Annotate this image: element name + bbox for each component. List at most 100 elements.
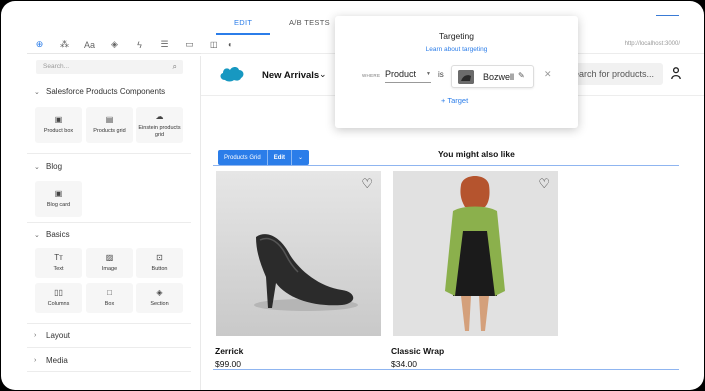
panel-toolbar: ⊕ ⁂ Aa ◈ ϟ ☰ ▭ [27,36,202,54]
tab-edit[interactable]: EDIT [234,18,252,27]
block-edit-button[interactable]: Edit [266,150,291,165]
nav-category[interactable]: New Arrivals [262,70,319,81]
learn-targeting-link[interactable]: Learn about targeting [335,46,578,53]
block-type-label[interactable]: Products Grid [218,150,267,165]
salesforce-logo [220,67,244,82]
tile-label: Blog card [46,202,71,209]
button-icon: ⊡ [156,253,163,263]
product-name[interactable]: Classic Wrap [391,346,444,356]
component-image[interactable]: ▨ Image [86,248,133,278]
search-placeholder: Search... [43,63,70,70]
where-label: WHERE [362,73,381,78]
component-product-box[interactable]: ▣ Product box [35,107,82,143]
targeting-popover: Targeting Learn about targeting WHERE Pr… [335,16,578,128]
product-price: $34.00 [391,359,417,369]
tile-label: Columns [47,301,70,308]
chevron-right-icon: › [34,357,37,364]
favorite-heart-icon[interactable]: ♡ [538,176,550,192]
active-tab-indicator [216,33,270,35]
plus-icon[interactable]: ⊕ [27,36,52,54]
puzzle-icon[interactable]: ⁂ [52,36,77,54]
tile-label: Box [104,301,115,308]
add-target-button[interactable]: + Target [441,96,468,105]
top-right-indicator [656,15,679,16]
bolt-icon[interactable]: ϟ [127,36,152,54]
tile-label: Product box [43,128,74,135]
preview-url: http://localhost:3000/ [624,41,680,47]
section-divider [27,347,191,348]
product-image[interactable]: ♡ [216,171,381,336]
operator-label: is [438,70,444,79]
panel-divider [200,56,201,390]
tile-label: Button [151,266,168,273]
shoe-image [216,171,381,336]
target-value-chip[interactable]: Bozwell ✎ [451,65,534,88]
tile-label: Section [150,301,169,308]
section-title: Salesforce Products Components [46,87,166,96]
layout-icon[interactable]: ◫ [210,40,218,49]
grid-icon: ▤ [105,115,114,125]
layers-icon[interactable]: ◈ [102,36,127,54]
section-layout[interactable]: › Layout [34,331,70,340]
pencil-icon[interactable]: ✎ [518,71,525,80]
columns-icon: ▯▯ [54,288,63,298]
component-products-grid[interactable]: ▤ Products grid [86,107,133,143]
tile-label: Text [53,266,64,273]
component-columns[interactable]: ▯▯ Columns [35,283,82,313]
section-title: Media [46,356,68,365]
caret-down-icon: ▼ [426,71,431,77]
chevron-down-icon: ⌄ [34,88,40,96]
app-window: EDIT A/B TESTS ⊕ ⁂ Aa ◈ ϟ ☰ ▭ Search... … [1,1,704,390]
component-box[interactable]: □ Box [86,283,133,313]
target-field-value: Product [385,69,417,79]
selection-outline-top [213,165,679,166]
section-divider [27,153,191,154]
section-media[interactable]: › Media [34,356,68,365]
component-einstein-products-grid[interactable]: ☁ Einstein products grid [136,107,183,143]
component-section[interactable]: ◈ Section [136,283,183,313]
close-icon[interactable]: ✕ [544,69,552,80]
component-blog-card[interactable]: ▣ Blog card [35,181,82,217]
product-name[interactable]: Zerrick [215,346,243,356]
dark-mode-icon[interactable]: ◐ [228,40,233,49]
chevron-down-icon[interactable]: ⌄ [319,69,327,80]
einstein-icon: ☁ [155,111,164,121]
chevron-right-icon: › [34,332,37,339]
section-salesforce-products[interactable]: ⌄ Salesforce Products Components [34,87,165,96]
section-divider [27,323,191,324]
search-icon: ⌕ [172,62,177,71]
section-divider [27,371,191,372]
target-value-label: Bozwell [483,72,515,82]
text-style-icon[interactable]: Aa [77,36,102,54]
chevron-down-icon[interactable]: ⌄ [291,150,309,165]
block-toolbar: Products Grid Edit ⌄ [218,150,310,165]
tile-label: Einstein products grid [138,124,181,138]
tab-ab-tests[interactable]: A/B TESTS [289,18,330,27]
component-text[interactable]: Tт Text [35,248,82,278]
section-blog[interactable]: ⌄ Blog [34,162,62,171]
comment-icon[interactable]: ▭ [177,36,202,54]
section-icon: ◈ [156,288,163,298]
section-basics[interactable]: ⌄ Basics [34,230,70,239]
section-title: Blog [46,162,63,171]
box-icon: ▣ [54,115,63,125]
store-search-placeholder: Search for products... [568,69,655,79]
component-button[interactable]: ⊡ Button [136,248,183,278]
card-icon: ▣ [54,189,63,199]
component-search-input[interactable]: Search... ⌕ [36,60,183,74]
bag-thumb [458,70,474,84]
image-icon: ▨ [105,253,114,263]
selection-outline-bottom [213,369,679,370]
user-icon[interactable] [671,67,681,79]
product-image[interactable]: ♡ [393,171,558,336]
database-icon[interactable]: ☰ [152,36,177,54]
section-heading: You might also like [438,149,515,159]
tile-label: Image [101,266,118,273]
text-icon: Tт [54,253,63,263]
favorite-heart-icon[interactable]: ♡ [361,176,373,192]
section-title: Basics [46,230,70,239]
components-panel: ⊕ ⁂ Aa ◈ ϟ ☰ ▭ Search... ⌕ ⌄ Salesforce … [27,36,202,386]
target-field-select[interactable]: Product ▼ [385,69,431,83]
section-title: Layout [46,331,71,340]
product-price: $99.00 [215,359,241,369]
